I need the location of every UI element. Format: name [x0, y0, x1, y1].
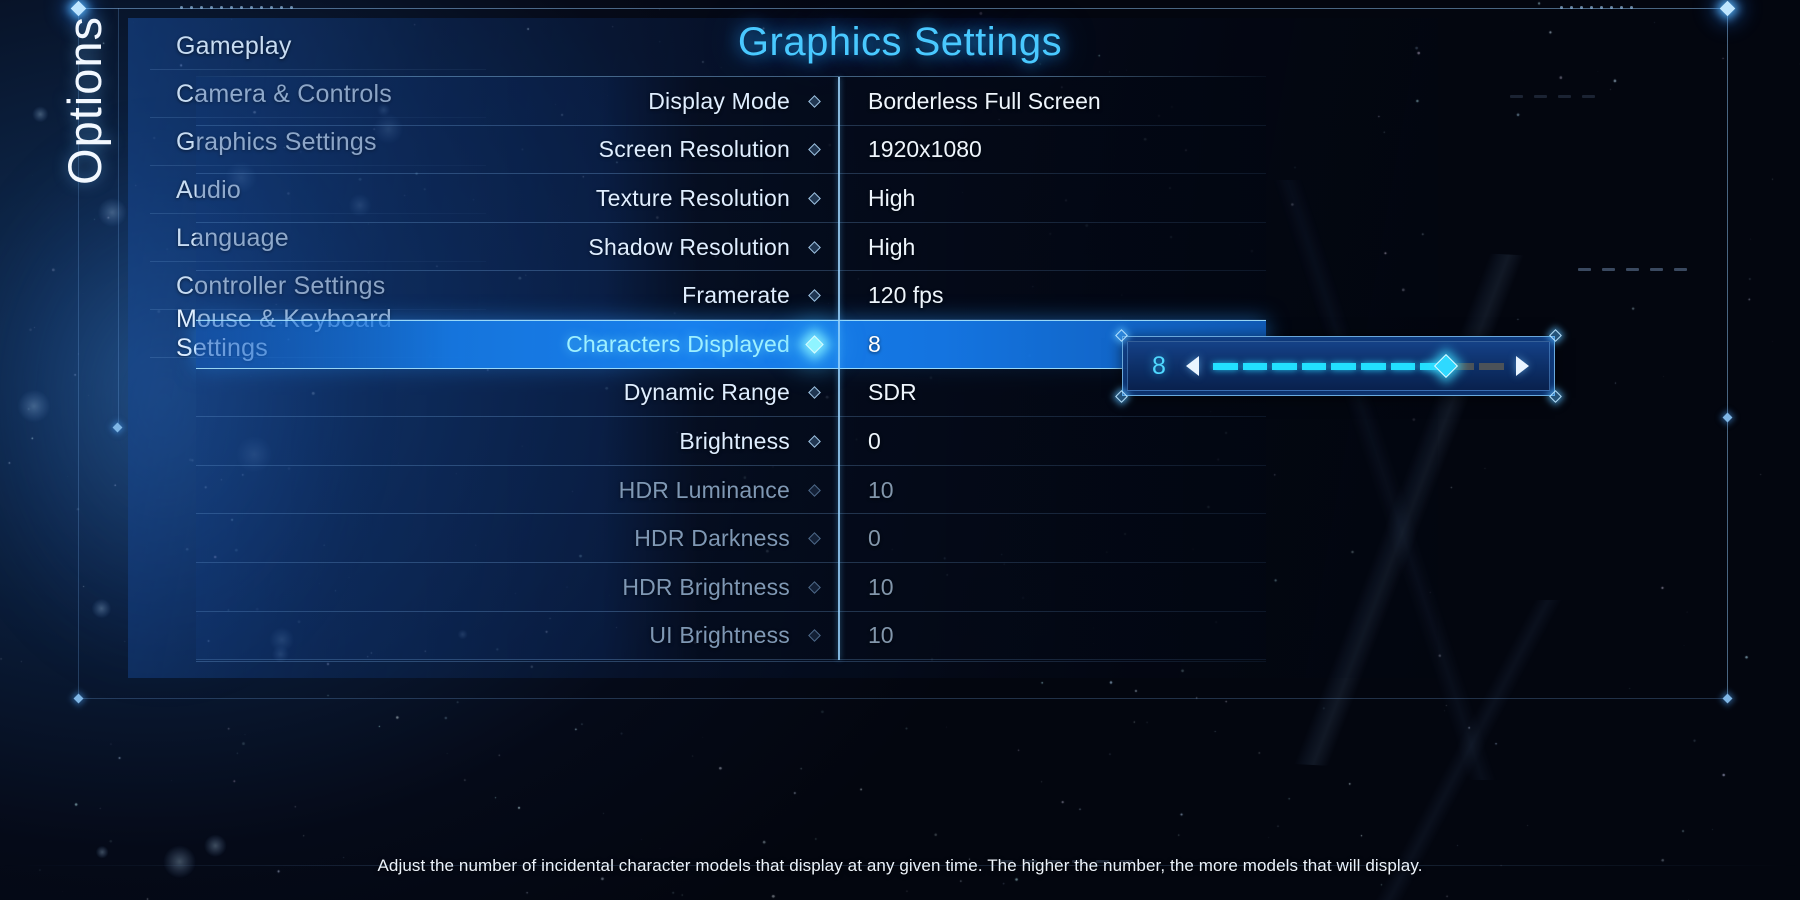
settings-row-marker	[790, 240, 838, 254]
settings-row-value[interactable]: 8	[838, 331, 881, 358]
settings-row[interactable]: Screen Resolution 1920x1080	[196, 125, 1266, 175]
diamond-icon	[807, 386, 821, 400]
settings-row[interactable]: Display Mode Borderless Full Screen	[196, 77, 1266, 126]
settings-row[interactable]: Dynamic Range SDR	[196, 368, 1266, 418]
slider-value-readout: 8	[1152, 351, 1166, 380]
settings-row-value[interactable]: SDR	[838, 379, 917, 406]
frame-dash-accents-right	[1578, 268, 1687, 271]
slider-segment	[1390, 362, 1416, 370]
settings-row-value[interactable]: 0	[838, 428, 881, 455]
frame-dot-accents-top-left	[180, 6, 293, 9]
settings-row[interactable]: UI Brightness 10	[196, 611, 1266, 661]
settings-bottom-line	[196, 661, 1266, 662]
settings-row-value[interactable]: 10	[838, 477, 894, 504]
settings-row-label: Shadow Resolution	[588, 233, 790, 260]
settings-row-marker	[790, 629, 838, 643]
slider-segment	[1360, 362, 1386, 370]
settings-row-marker	[790, 435, 838, 448]
settings-row-label: Dynamic Range	[623, 379, 790, 406]
slider-popup-inner: 8	[1127, 341, 1550, 391]
settings-row[interactable]: Texture Resolution High	[196, 174, 1266, 223]
settings-row-label: Display Mode	[648, 87, 790, 114]
slider-segment	[1242, 362, 1268, 370]
settings-row-marker	[790, 94, 838, 108]
characters-displayed-slider-popup[interactable]: 8	[1115, 329, 1562, 403]
triangle-left-icon[interactable]	[1186, 356, 1199, 376]
settings-row-marker	[790, 580, 838, 594]
diamond-icon	[807, 435, 821, 448]
settings-row[interactable]: HDR Luminance 10	[196, 465, 1266, 515]
diamond-icon	[807, 483, 821, 497]
settings-row-label: Framerate	[682, 282, 790, 309]
settings-row-label: Characters Displayed	[566, 330, 790, 357]
diamond-icon	[804, 335, 824, 354]
settings-row-label: UI Brightness	[649, 622, 790, 649]
settings-row-marker	[790, 335, 838, 354]
frame-line-left-inner	[118, 8, 119, 428]
help-bar: Adjust the number of incidental characte…	[0, 856, 1800, 876]
diamond-icon	[807, 94, 821, 108]
settings-row[interactable]: Shadow Resolution High	[196, 222, 1266, 272]
frame-dot-accents-top-right	[1560, 6, 1633, 9]
settings-row-label: Texture Resolution	[595, 184, 790, 211]
settings-row[interactable]: Framerate 120 fps	[196, 271, 1266, 320]
page-title: Graphics Settings	[737, 20, 1063, 64]
diamond-icon	[807, 240, 821, 254]
diamond-icon	[807, 580, 821, 594]
settings-list[interactable]: Display Mode Borderless Full Screen Screen…	[196, 77, 1266, 661]
settings-row-label: Brightness	[679, 427, 790, 454]
settings-row-label: HDR Brightness	[622, 573, 790, 600]
settings-row-marker	[790, 483, 838, 497]
slider-handle[interactable]	[1433, 353, 1458, 379]
settings-row[interactable]: HDR Brightness 10	[196, 562, 1266, 612]
settings-row-value[interactable]: 10	[838, 622, 894, 649]
diamond-icon	[807, 192, 821, 205]
slider-segment	[1331, 362, 1356, 370]
settings-row[interactable]: HDR Darkness 0	[196, 514, 1266, 563]
settings-row-label: HDR Luminance	[618, 476, 790, 503]
frame-dash-accents-upper-right	[1510, 95, 1595, 98]
settings-row-label: HDR Darkness	[634, 525, 790, 552]
settings-row[interactable]: Brightness 0	[196, 417, 1266, 466]
help-description-text: Adjust the number of incidental characte…	[377, 856, 1423, 875]
settings-row-value[interactable]: Borderless Full Screen	[838, 88, 1101, 115]
diamond-icon	[807, 629, 821, 643]
frame-line-top	[78, 8, 1728, 9]
slider-segment	[1213, 362, 1238, 370]
settings-row-marker	[790, 192, 838, 205]
settings-row-marker	[790, 143, 838, 157]
settings-row[interactable]: Characters Displayed 8	[196, 319, 1266, 369]
slider-segment	[1479, 362, 1504, 370]
frame-line-bottom	[78, 698, 1728, 699]
settings-row-value[interactable]: High	[838, 185, 915, 212]
settings-row-value[interactable]: 0	[838, 525, 881, 552]
settings-row-value[interactable]: 10	[838, 574, 894, 601]
triangle-right-icon[interactable]	[1516, 356, 1529, 376]
help-bar-line	[0, 865, 1800, 866]
settings-row-value[interactable]: High	[838, 234, 915, 261]
slider-segment	[1301, 362, 1327, 370]
settings-row-label: Screen Resolution	[598, 136, 790, 163]
diamond-icon	[807, 143, 821, 157]
frame-line-right	[1727, 8, 1728, 698]
settings-row-marker	[790, 289, 838, 303]
diamond-icon	[807, 289, 821, 303]
settings-divider-line	[838, 77, 840, 661]
settings-row-value[interactable]: 120 fps	[838, 282, 943, 309]
settings-row-value[interactable]: 1920x1080	[838, 136, 982, 163]
settings-row-marker	[790, 532, 838, 546]
slider-segment	[1272, 362, 1297, 370]
slider-track[interactable]	[1213, 353, 1504, 379]
diamond-icon	[807, 532, 821, 546]
settings-row-marker	[790, 386, 838, 400]
